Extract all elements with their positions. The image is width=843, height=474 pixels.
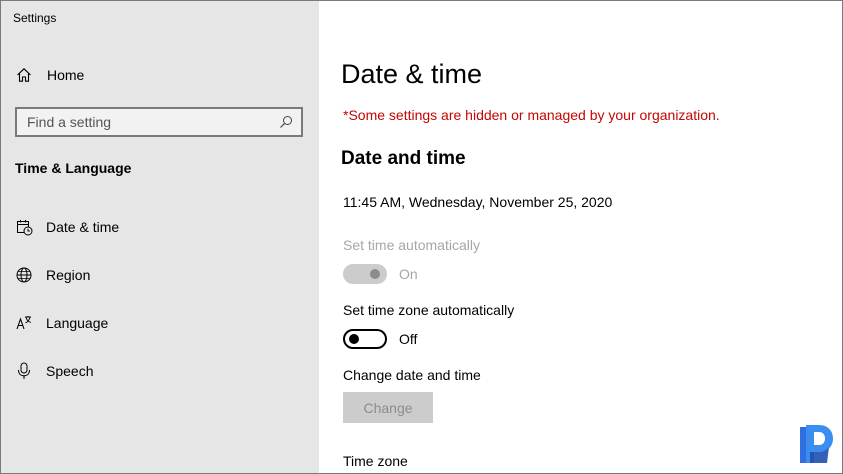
- search-box[interactable]: [15, 107, 303, 137]
- window-title: Settings: [13, 11, 57, 25]
- main-content: Date & time *Some settings are hidden or…: [319, 1, 842, 473]
- sidebar-item-home[interactable]: Home: [1, 55, 319, 95]
- sidebar-item-date-time[interactable]: Date & time: [1, 207, 319, 247]
- search-icon[interactable]: [279, 115, 293, 129]
- sidebar-item-label: Date & time: [46, 219, 120, 235]
- sidebar-item-label: Language: [46, 315, 109, 331]
- page-title: Date & time: [341, 59, 483, 89]
- sidebar-item-language[interactable]: Language: [1, 303, 319, 343]
- sidebar-item-label: Home: [47, 67, 85, 83]
- globe-icon: [15, 266, 33, 284]
- set-time-automatically-label: Set time automatically: [343, 237, 480, 253]
- toggle-knob: [349, 334, 359, 344]
- search-input[interactable]: [17, 109, 301, 135]
- current-date-time: 11:45 AM, Wednesday, November 25, 2020: [343, 194, 613, 210]
- section-title: Date and time: [341, 148, 466, 169]
- calendar-clock-icon: [15, 218, 33, 236]
- site-logo-icon: [797, 423, 835, 465]
- language-icon: [15, 314, 33, 332]
- time-zone-label: Time zone: [343, 453, 408, 469]
- settings-window: Settings Home Time & Language Date & tim…: [0, 0, 843, 474]
- change-button: Change: [343, 392, 433, 423]
- set-time-zone-automatically-toggle[interactable]: [343, 329, 387, 349]
- set-time-zone-automatically-state: Off: [399, 331, 418, 347]
- set-time-zone-automatically-label: Set time zone automatically: [343, 302, 515, 318]
- set-time-automatically-toggle: [343, 264, 387, 284]
- toggle-knob: [370, 269, 380, 279]
- sidebar-item-label: Region: [46, 267, 91, 283]
- organization-notice: *Some settings are hidden or managed by …: [343, 107, 720, 123]
- home-icon: [15, 66, 33, 84]
- microphone-icon: [15, 362, 33, 380]
- sidebar: Settings Home Time & Language Date & tim…: [1, 1, 319, 473]
- section-heading: Time & Language: [15, 160, 132, 176]
- sidebar-item-region[interactable]: Region: [1, 255, 319, 295]
- sidebar-item-label: Speech: [46, 363, 94, 379]
- set-time-automatically-state: On: [399, 266, 418, 282]
- sidebar-item-speech[interactable]: Speech: [1, 351, 319, 391]
- change-date-time-label: Change date and time: [343, 367, 481, 383]
